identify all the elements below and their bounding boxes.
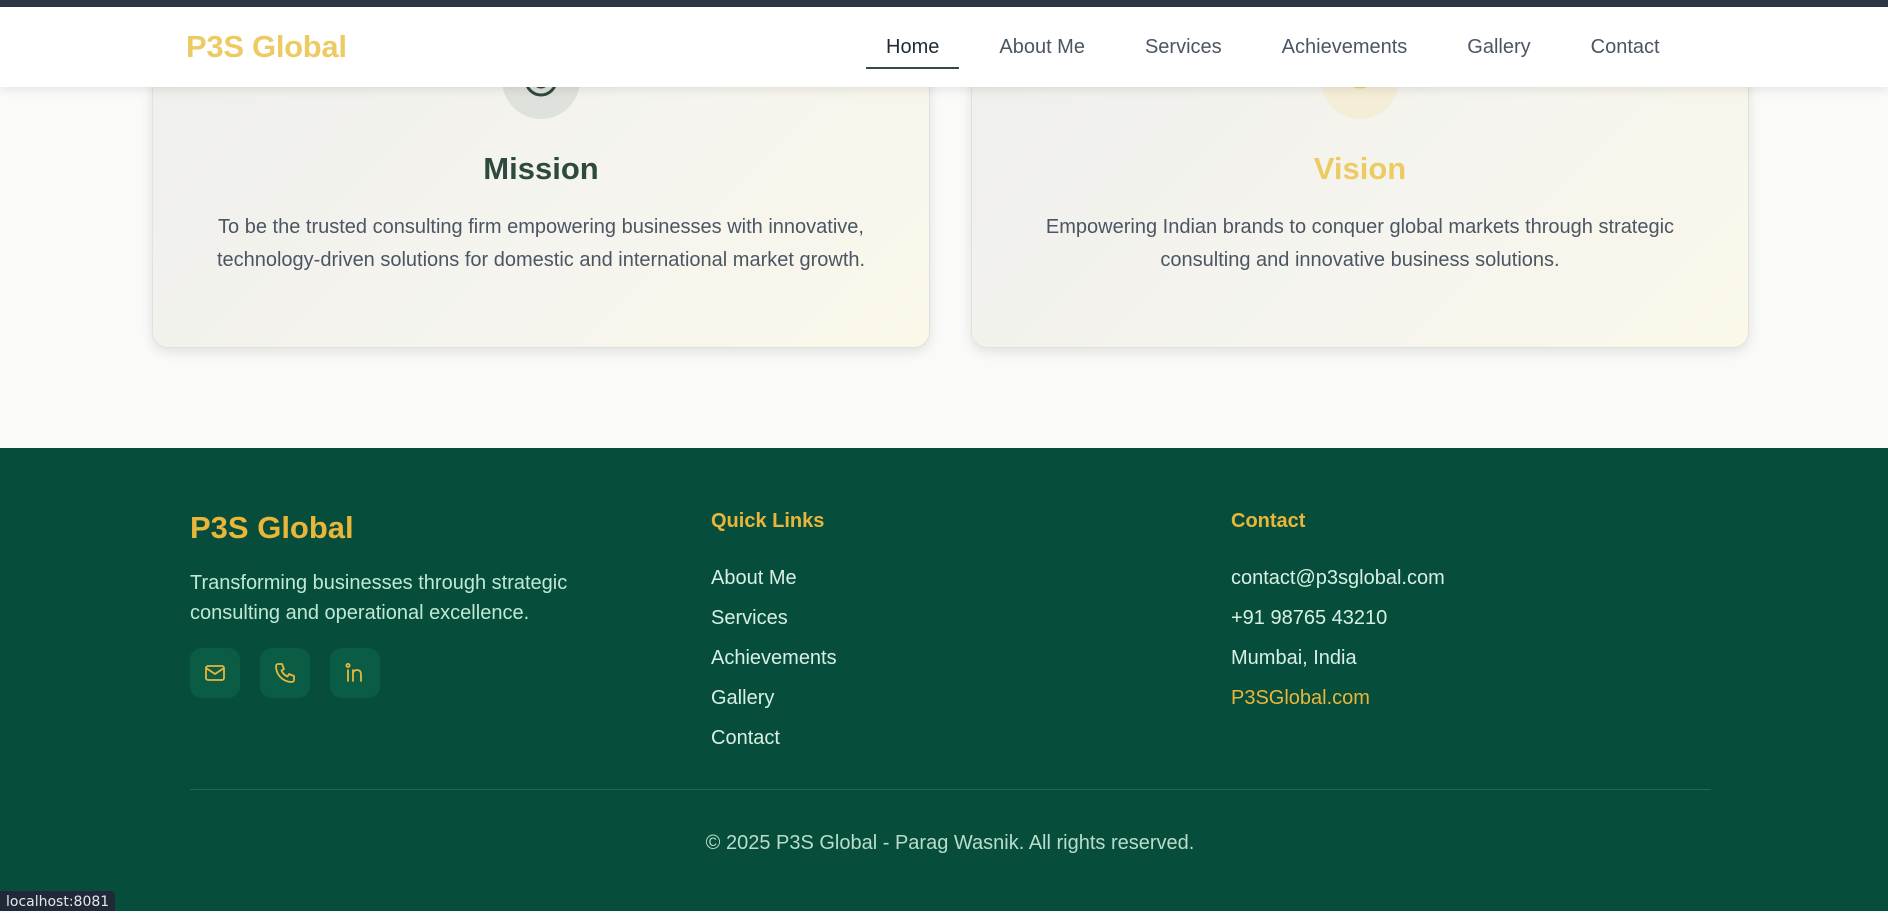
nav-links: Home About Me Services Achievements Gall… xyxy=(866,7,1680,87)
contact-phone[interactable]: +91 98765 43210 xyxy=(1231,598,1445,638)
navbar: P3S Global Home About Me Services Achiev… xyxy=(0,7,1888,87)
mission-text: To be the trusted consulting firm empowe… xyxy=(216,216,866,271)
nav-link-achievements[interactable]: Achievements xyxy=(1262,7,1428,87)
contact-details: contact@p3sglobal.com +91 98765 43210 Mu… xyxy=(1231,558,1445,718)
site-footer: P3S Global Transforming businesses throu… xyxy=(0,448,1888,911)
footer-brand: P3S Global xyxy=(190,510,354,545)
top-edge-strip xyxy=(0,0,1888,7)
footer-link-gallery[interactable]: Gallery xyxy=(711,678,837,718)
nav-link-home[interactable]: Home xyxy=(866,7,960,87)
vision-text: Empowering Indian brands to conquer glob… xyxy=(1045,216,1675,271)
linkedin-icon[interactable] xyxy=(330,648,380,698)
social-links xyxy=(190,648,400,698)
contact-location: Mumbai, India xyxy=(1231,647,1357,669)
footer-tagline: Transforming businesses through strategi… xyxy=(190,572,568,624)
contact-email[interactable]: contact@p3sglobal.com xyxy=(1231,558,1445,598)
footer-divider xyxy=(190,789,1711,790)
quick-links: About Me Services Achievements Gallery C… xyxy=(711,558,837,758)
nav-link-services[interactable]: Services xyxy=(1125,7,1242,87)
contact-title: Contact xyxy=(1231,510,1306,532)
footer-link-about[interactable]: About Me xyxy=(711,558,837,598)
footer-link-achievements[interactable]: Achievements xyxy=(711,638,837,678)
mission-title: Mission xyxy=(483,151,599,186)
vision-title: Vision xyxy=(1313,151,1407,186)
footer-link-contact[interactable]: Contact xyxy=(711,718,837,758)
mail-icon[interactable] xyxy=(190,648,240,698)
quick-links-title: Quick Links xyxy=(711,510,825,532)
nav-link-gallery[interactable]: Gallery xyxy=(1447,7,1550,87)
nav-link-about[interactable]: About Me xyxy=(979,7,1105,87)
nav-brand-logo[interactable]: P3S Global xyxy=(186,29,347,65)
copyright-text: © 2025 P3S Global - Parag Wasnik. All ri… xyxy=(705,832,1195,854)
phone-icon[interactable] xyxy=(260,648,310,698)
contact-website-link[interactable]: P3SGlobal.com xyxy=(1231,678,1445,718)
nav-link-contact[interactable]: Contact xyxy=(1571,7,1680,87)
footer-link-services[interactable]: Services xyxy=(711,598,837,638)
browser-status-url: localhost:8081 xyxy=(0,891,116,911)
